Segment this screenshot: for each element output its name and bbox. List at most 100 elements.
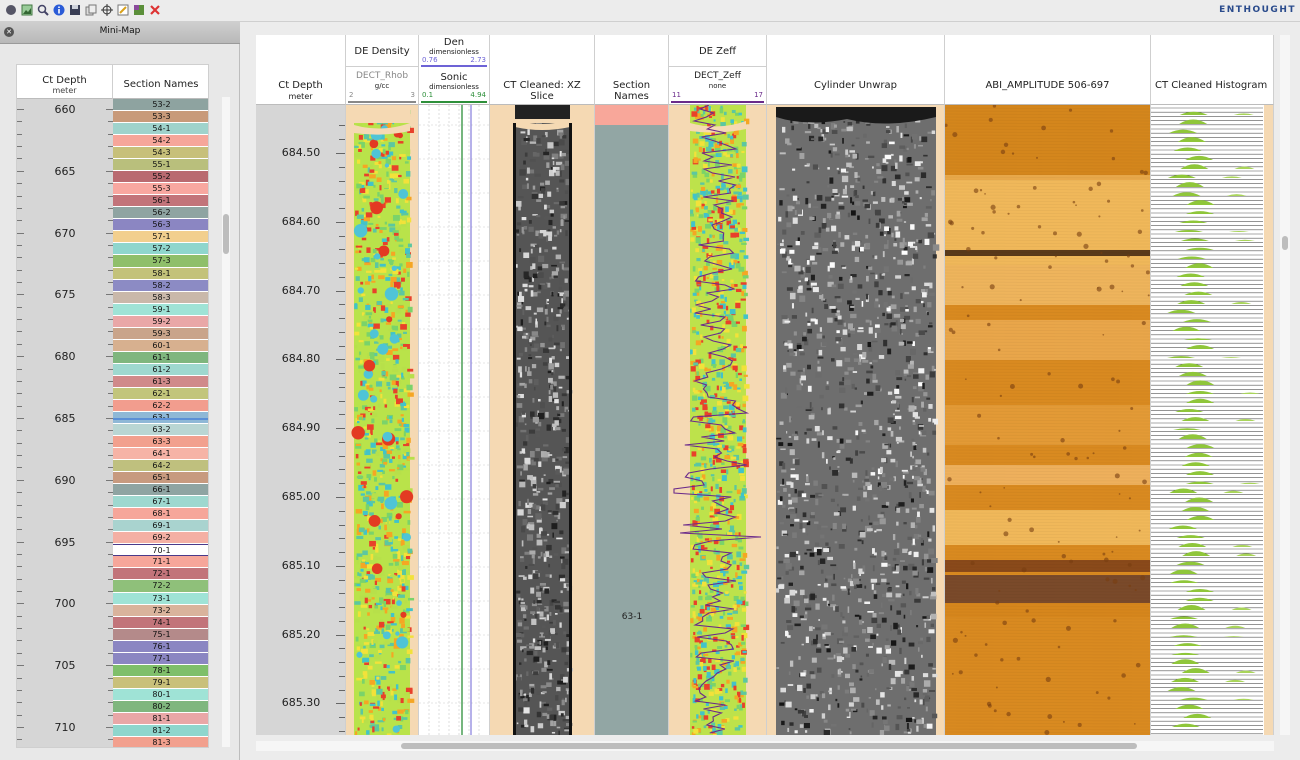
histogram-image [1151,105,1273,735]
minimap-section-item[interactable]: 58-2 [113,279,208,292]
minimap-section-item[interactable]: 61-2 [113,363,208,376]
minimap-section-item[interactable]: 81-1 [113,712,208,725]
abi-track-header[interactable]: ABI_AMPLITUDE 506-697 [945,35,1151,105]
minimap-section-item[interactable]: 58-3 [113,291,208,304]
minimap-section-item[interactable]: 72-2 [113,580,208,593]
minimap-depth-tick [17,207,22,209]
minimap-section-item[interactable]: 57-2 [113,243,208,256]
minimap-section-item[interactable]: 62-2 [113,399,208,412]
section-names-track-header[interactable]: Section Names [595,35,669,105]
den-scale-min: 0.76 [422,56,438,64]
minimap-section-item[interactable]: 79-1 [113,676,208,689]
unwrap-track-header[interactable]: Cylinder Unwrap [767,35,945,105]
den-sonic-track-header[interactable]: Den dimensionless 0.76 2.73 Sonic dimens… [419,35,490,105]
minimap-section-item[interactable]: 63-2 [113,424,208,437]
minimap-depth-tick [17,603,24,605]
minimap-section-item[interactable]: 59-3 [113,327,208,340]
minimap-section-item[interactable]: 71-1 [113,556,208,569]
minimap-section-item[interactable]: 73-2 [113,604,208,617]
crosshair-icon[interactable] [100,4,113,17]
ct-slice-track[interactable] [490,105,595,735]
circle-icon[interactable] [4,4,17,17]
minimap-section-item[interactable]: 64-1 [113,448,208,461]
minimap-section-item[interactable]: 74-1 [113,616,208,629]
minimap-section-item[interactable]: 72-1 [113,568,208,581]
horizontal-scroll-thumb[interactable] [401,743,1137,749]
minimap-section-item[interactable]: 76-1 [113,640,208,653]
minimap-depth-tick [106,541,113,543]
minimap-section-item[interactable]: 54-3 [113,147,208,160]
minimap-viewport-marker[interactable] [113,417,208,420]
minimap-section-item[interactable]: 81-3 [113,736,208,747]
minimap-sections-column[interactable]: 53-2 53-3 54-1 54-2 54-3 55-1 55-2 55-3 56-1 56-2… [113,99,208,747]
color-icon[interactable] [132,4,145,17]
histogram-track-header[interactable]: CT Cleaned Histogram [1151,35,1274,105]
den-sonic-track[interactable] [419,105,490,735]
minimap-panel[interactable]: Ct Depth meter Section Names 660 665 670 67… [16,64,209,748]
minimap-section-item[interactable]: 65-1 [113,472,208,485]
minimap-section-item[interactable]: 77-1 [113,652,208,665]
minimap-section-item[interactable]: 56-3 [113,219,208,232]
minimap-section-item[interactable]: 56-1 [113,195,208,208]
zeff-track[interactable] [669,105,767,735]
depth-track-header[interactable]: Ct Depth meter [256,35,346,105]
zoom-icon[interactable] [36,4,49,17]
minimap-depth-tick [17,665,24,667]
minimap-section-item[interactable]: 55-2 [113,171,208,184]
minimap-section-item[interactable]: 59-1 [113,303,208,316]
minimap-section-item[interactable]: 53-2 [113,99,208,112]
minimap-section-item[interactable]: 63-3 [113,436,208,449]
density-track-header[interactable]: DE Density DECT_Rhob g/cc 2 3 [346,35,419,105]
zeff-track-header[interactable]: DE Zeff DECT_Zeff none 11 17 [669,35,767,105]
density-track[interactable] [346,105,419,735]
minimap-depth-tick [17,455,22,457]
minimap-section-item[interactable]: 69-2 [113,532,208,545]
minimap-section-item[interactable]: 57-3 [113,255,208,268]
vertical-scrollbar[interactable] [1280,35,1290,735]
minimap-section-item[interactable]: 67-1 [113,496,208,509]
minimap-section-item[interactable]: 54-2 [113,135,208,148]
minimap-section-item[interactable]: 55-1 [113,159,208,172]
minimap-section-item[interactable]: 78-1 [113,664,208,677]
minimap-scrollbar[interactable] [222,97,230,747]
minimap-scroll-thumb[interactable] [223,214,229,254]
image-icon[interactable] [20,4,33,17]
minimap-section-item[interactable]: 68-1 [113,508,208,521]
minimap-section-item[interactable]: 81-2 [113,724,208,737]
section-names-track[interactable]: 63-1 [595,105,669,735]
minimap-section-item[interactable]: 75-1 [113,628,208,641]
vertical-scroll-thumb[interactable] [1282,236,1288,250]
minimap-section-item[interactable]: 73-1 [113,592,208,605]
unwrap-track[interactable] [767,105,945,735]
horizontal-scrollbar[interactable] [256,741,1274,751]
minimap-section-item[interactable]: 53-3 [113,111,208,124]
minimap-section-item[interactable]: 64-2 [113,460,208,473]
info-icon[interactable] [52,4,65,17]
minimap-section-item[interactable]: 66-1 [113,484,208,497]
edit-icon[interactable] [116,4,129,17]
minimap-section-item[interactable]: 80-1 [113,688,208,701]
minimap-depth-tick [17,319,22,321]
copy-icon[interactable] [84,4,97,17]
abi-track[interactable] [945,105,1151,735]
minimap-section-item[interactable]: 62-1 [113,387,208,400]
minimap-section-item[interactable]: 56-2 [113,207,208,220]
minimap-section-item[interactable]: 57-1 [113,231,208,244]
minimap-section-item[interactable]: 80-2 [113,700,208,713]
minimap-section-item[interactable]: 59-2 [113,315,208,328]
minimap-section-item[interactable]: 61-3 [113,375,208,388]
unwrap-image [776,107,940,735]
histogram-track[interactable] [1151,105,1274,735]
minimap-section-item[interactable]: 61-1 [113,351,208,364]
save-icon[interactable] [68,4,81,17]
minimap-section-item[interactable]: 54-1 [113,123,208,136]
minimap-depth-tick [17,541,24,543]
minimap-section-item[interactable]: 70-1 [113,544,208,557]
minimap-section-item[interactable]: 55-3 [113,183,208,196]
minimap-section-item[interactable]: 60-1 [113,339,208,352]
minimap-section-item[interactable]: 69-1 [113,520,208,533]
minimap-section-item[interactable]: 58-1 [113,267,208,280]
close-icon[interactable] [148,4,161,17]
ct-slice-track-header[interactable]: CT Cleaned: XZ Slice [490,35,595,105]
depth-track[interactable]: 684.50 684.60 684.70 684.80 684.90 685.00 685.… [256,105,346,735]
